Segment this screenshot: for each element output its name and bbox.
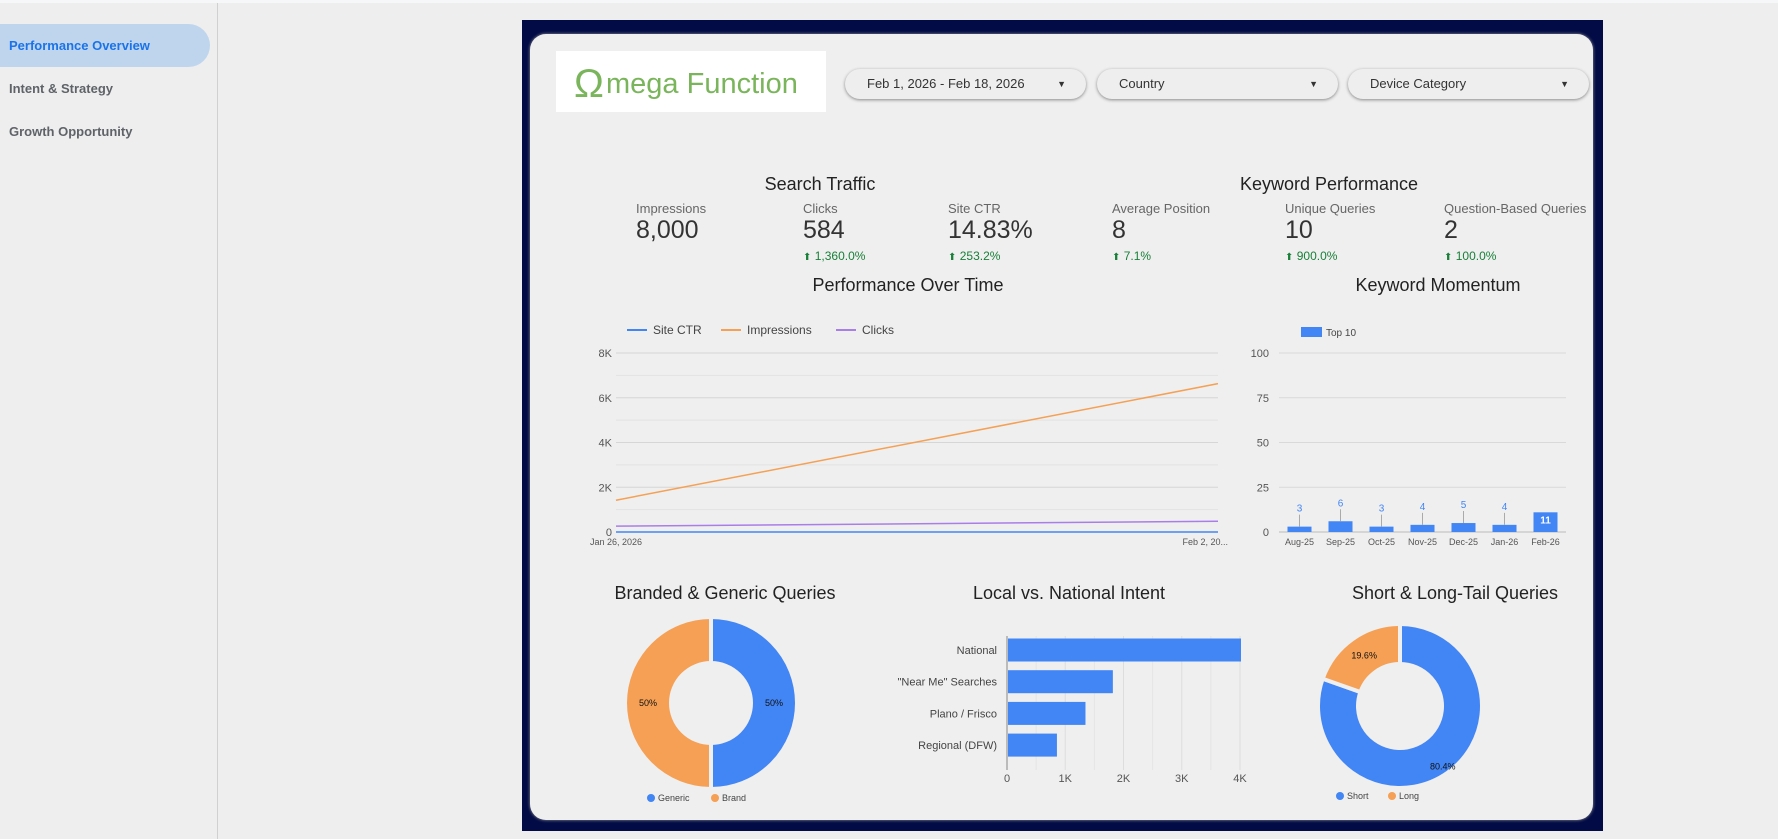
- donut-slice-brand: [623, 614, 713, 792]
- y-tick-label: 6K: [599, 393, 613, 405]
- y-tick-label: 2K: [599, 482, 613, 494]
- legend-dot: [711, 794, 719, 802]
- x-tick-label: 2K: [1117, 773, 1131, 785]
- bar: [1451, 523, 1476, 532]
- x-tick-label: Dec-25: [1449, 537, 1478, 547]
- data-label: 6: [1338, 498, 1344, 509]
- x-tick-label: 0: [1004, 773, 1010, 785]
- y-tick-label: 75: [1257, 393, 1269, 405]
- legend-dot: [647, 794, 655, 802]
- data-label: 3: [1379, 504, 1385, 515]
- bar: [1410, 524, 1435, 532]
- legend-label: Brand: [722, 793, 746, 803]
- category-label: Plano / Frisco: [930, 708, 997, 720]
- bar: [1008, 670, 1113, 694]
- series-line-clicks: [615, 520, 1219, 527]
- x-tick-label: Sep-25: [1326, 537, 1355, 547]
- legend-label: Top 10: [1326, 328, 1356, 339]
- bar: [1008, 638, 1241, 662]
- bar: [1492, 524, 1517, 532]
- x-tick-label: Feb-26: [1531, 537, 1560, 547]
- x-tick-label: 4K: [1233, 773, 1247, 785]
- slice-label: 50%: [765, 698, 783, 708]
- donut-slice-generic: [709, 614, 799, 792]
- x-tick-label: 3K: [1175, 773, 1189, 785]
- slice-label: 50%: [639, 698, 657, 708]
- data-label: 4: [1502, 502, 1508, 513]
- x-tick-label: Jan-26: [1491, 537, 1519, 547]
- y-tick-label: 8K: [599, 348, 613, 360]
- bar: [1287, 526, 1312, 532]
- x-tick-label: Oct-25: [1368, 537, 1395, 547]
- x-tick-label: 1K: [1059, 773, 1073, 785]
- data-label: 4: [1420, 502, 1426, 513]
- legend-label: Long: [1399, 791, 1419, 801]
- legend-label: Generic: [658, 793, 690, 803]
- bar: [1328, 521, 1353, 532]
- legend-label: Clicks: [862, 323, 894, 337]
- series-line-impressions: [615, 382, 1219, 501]
- legend-swatch: [1301, 327, 1322, 337]
- legend-dot: [1336, 792, 1344, 800]
- bar: [1008, 701, 1086, 725]
- y-tick-label: 4K: [599, 438, 613, 450]
- bar: [1369, 526, 1394, 532]
- y-tick-label: 0: [1263, 527, 1269, 539]
- y-tick-label: 100: [1251, 348, 1269, 360]
- x-tick-label: Nov-25: [1408, 537, 1437, 547]
- legend-label: Site CTR: [653, 323, 702, 337]
- legend-label: Impressions: [747, 323, 812, 337]
- category-label: "Near Me" Searches: [897, 677, 997, 689]
- y-tick-label: 50: [1257, 438, 1269, 450]
- slice-label: 80.4%: [1430, 761, 1456, 771]
- category-label: Regional (DFW): [918, 740, 997, 752]
- y-tick-label: 25: [1257, 482, 1269, 494]
- x-tick-label: Aug-25: [1285, 537, 1314, 547]
- data-label: 11: [1540, 515, 1551, 526]
- data-label: 5: [1461, 500, 1467, 511]
- data-label: 3: [1297, 504, 1303, 515]
- charts-layer: 0 2K 4K 6K 8K Jan 26, 2026 Feb 2, 20... Site CT…: [590, 323, 1566, 803]
- x-tick-label: Feb 2, 20...: [1182, 537, 1228, 547]
- category-label: National: [957, 645, 997, 657]
- slice-label: 19.6%: [1351, 650, 1377, 660]
- bar: [1008, 733, 1057, 757]
- x-tick-label: Jan 26, 2026: [590, 537, 642, 547]
- legend-label: Short: [1347, 791, 1369, 801]
- legend-dot: [1388, 792, 1396, 800]
